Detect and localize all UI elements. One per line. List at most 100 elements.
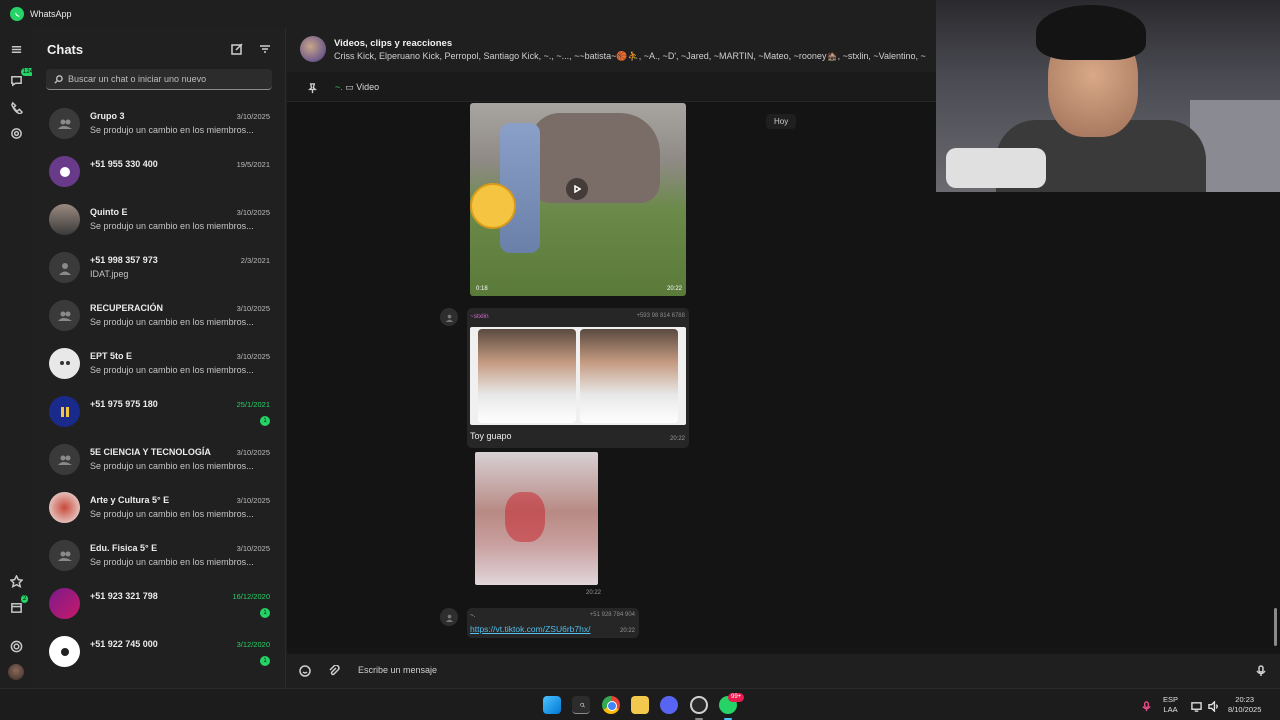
microphone-tray-icon[interactable]: [1141, 699, 1153, 712]
sender-avatar[interactable]: [440, 608, 458, 626]
chat-list: Grupo 3 3/10/2025 Se produjo un cambio e…: [32, 100, 286, 676]
conversation-members: Criss Kick, Elperuano Kick, Perropol, Sa…: [334, 51, 926, 61]
photo-detail: [505, 492, 545, 542]
message-time: 20:22: [619, 628, 635, 634]
sender-avatar[interactable]: [440, 308, 458, 326]
chrome-icon[interactable]: [602, 696, 620, 714]
clock[interactable]: 20:23 8/10/2025: [1228, 695, 1261, 715]
unread-badge: 1: [260, 416, 270, 426]
chat-date: 19/5/2021: [236, 160, 270, 169]
play-icon[interactable]: [566, 178, 588, 200]
whatsapp-badge: 99+: [728, 693, 745, 702]
filter-icon[interactable]: [259, 42, 273, 56]
webcam-microphone: [946, 148, 1046, 188]
link-message[interactable]: ~. +51 928 784 904 https://vt.tiktok.com…: [467, 608, 639, 638]
search-input[interactable]: Buscar un chat o iniciar uno nuevo: [46, 69, 272, 90]
chat-name: Grupo 3: [90, 111, 125, 121]
chat-date: 3/12/2020: [236, 640, 270, 649]
chat-preview: Se produjo un cambio en los miembros...: [90, 317, 254, 327]
microphone-icon[interactable]: [1255, 664, 1269, 678]
chat-date: 3/10/2025: [236, 112, 270, 121]
chat-preview: Se produjo un cambio en los miembros...: [90, 461, 254, 471]
contact-avatar: [49, 252, 80, 283]
chat-item[interactable]: Edu. Fisica 5° E 3/10/2025 Se produjo un…: [32, 532, 286, 580]
obs-icon[interactable]: [690, 696, 708, 714]
discord-icon[interactable]: [660, 696, 678, 714]
video-duration: 0:18: [476, 286, 488, 292]
chat-item[interactable]: +51 923 321 798 16/12/2020 1: [32, 580, 286, 628]
group-avatar: [49, 492, 80, 523]
starred-icon[interactable]: [8, 573, 24, 589]
attach-icon[interactable]: [328, 664, 342, 678]
chat-item[interactable]: 5E CIENCIA Y TECNOLOGÍA 3/10/2025 Se pro…: [32, 436, 286, 484]
search-placeholder: Buscar un chat o iniciar uno nuevo: [68, 74, 207, 84]
chat-item[interactable]: Arte y Cultura 5° E 3/10/2025 Se produjo…: [32, 484, 286, 532]
video-thumbnail: [530, 113, 660, 203]
status-icon[interactable]: [8, 125, 24, 141]
photo-right: [580, 329, 678, 423]
clock-time: 20:23: [1235, 695, 1255, 704]
chat-item[interactable]: Grupo 3 3/10/2025 Se produjo un cambio e…: [32, 100, 286, 148]
chat-item[interactable]: EPT 5to E 3/10/2025 Se produjo un cambio…: [32, 340, 286, 388]
network-icon[interactable]: [1191, 699, 1203, 712]
new-chat-icon[interactable]: [231, 42, 245, 56]
calls-icon[interactable]: [8, 99, 24, 115]
chat-item[interactable]: +51 955 330 400 19/5/2021: [32, 148, 286, 196]
message-composer: Escribe un mensaje: [287, 654, 1280, 688]
language-code: ESP: [1163, 695, 1179, 704]
chat-date: 25/1/2021: [236, 400, 270, 409]
settings-gear-icon[interactable]: [8, 638, 24, 654]
image-attachment[interactable]: [470, 327, 686, 425]
image-attachment[interactable]: [475, 452, 598, 585]
group-avatar: [49, 444, 80, 475]
video-icon: ▭: [345, 82, 357, 92]
chat-item[interactable]: Quinto E 3/10/2025 Se produjo un cambio …: [32, 196, 286, 244]
chat-preview: Se produjo un cambio en los miembros...: [90, 221, 254, 231]
chat-name: +51 955 330 400: [90, 159, 158, 169]
app-title: WhatsApp: [30, 9, 72, 19]
sender-name[interactable]: ~.: [470, 612, 476, 619]
contact-avatar: [49, 636, 80, 667]
message-time: 20:22: [585, 590, 601, 596]
contact-avatar: [49, 396, 80, 427]
chat-item[interactable]: +51 975 975 180 25/1/2021 1: [32, 388, 286, 436]
image-message[interactable]: ~stxlin +593 98 814 6788 Toy guapo 20:22: [467, 308, 689, 448]
chat-name: EPT 5to E: [90, 351, 133, 361]
chat-name: +51 998 357 973: [90, 255, 158, 265]
search-icon[interactable]: [572, 696, 590, 714]
sidebar-title: Chats: [47, 42, 84, 57]
video-message[interactable]: 0:18 20:22: [470, 103, 686, 296]
image-caption: Toy guapo: [470, 431, 512, 441]
message-input[interactable]: Escribe un mensaje: [358, 665, 437, 675]
search-icon: [54, 74, 63, 84]
chat-item[interactable]: +51 998 357 973 2/3/2021 IDAT.jpeg: [32, 244, 286, 292]
group-avatar[interactable]: [300, 36, 326, 62]
emoji-icon[interactable]: [299, 664, 313, 678]
sender-phone: +51 928 784 904: [589, 612, 635, 618]
sender-name[interactable]: ~stxlin: [470, 313, 489, 320]
file-explorer-icon[interactable]: [631, 696, 649, 714]
chat-preview: Se produjo un cambio en los miembros...: [90, 365, 254, 375]
volume-icon[interactable]: [1208, 699, 1220, 713]
profile-avatar[interactable]: [8, 664, 24, 680]
chat-name: +51 922 745 000: [90, 639, 158, 649]
language-indicator[interactable]: ESP LAA: [1163, 695, 1178, 715]
chat-item[interactable]: +51 922 745 000 3/12/2020 1: [32, 628, 286, 676]
contact-avatar: [49, 156, 80, 187]
laughing-emoji-sticker: [470, 183, 516, 229]
chats-icon[interactable]: 124: [8, 68, 36, 88]
chat-preview: IDAT.jpeg: [90, 269, 129, 279]
pinned-sender: ~.: [335, 82, 343, 92]
tiktok-link[interactable]: https://vt.tiktok.com/ZSU6rb7hx/: [470, 624, 590, 634]
clock-date: 8/10/2025: [1228, 705, 1262, 714]
scrollbar-thumb[interactable]: [1274, 608, 1277, 646]
chat-item[interactable]: RECUPERACIÓN 3/10/2025 Se produjo un cam…: [32, 292, 286, 340]
chat-name: Edu. Fisica 5° E: [90, 543, 158, 553]
start-button-icon[interactable]: [543, 696, 561, 714]
pinned-message-text: ~. ▭ Video: [335, 82, 379, 93]
menu-icon[interactable]: [8, 41, 24, 57]
archived-icon[interactable]: 2: [8, 595, 29, 615]
image-message[interactable]: 20:22: [471, 452, 601, 600]
chat-date: 3/10/2025: [236, 448, 270, 457]
chat-name: Quinto E: [90, 207, 128, 217]
